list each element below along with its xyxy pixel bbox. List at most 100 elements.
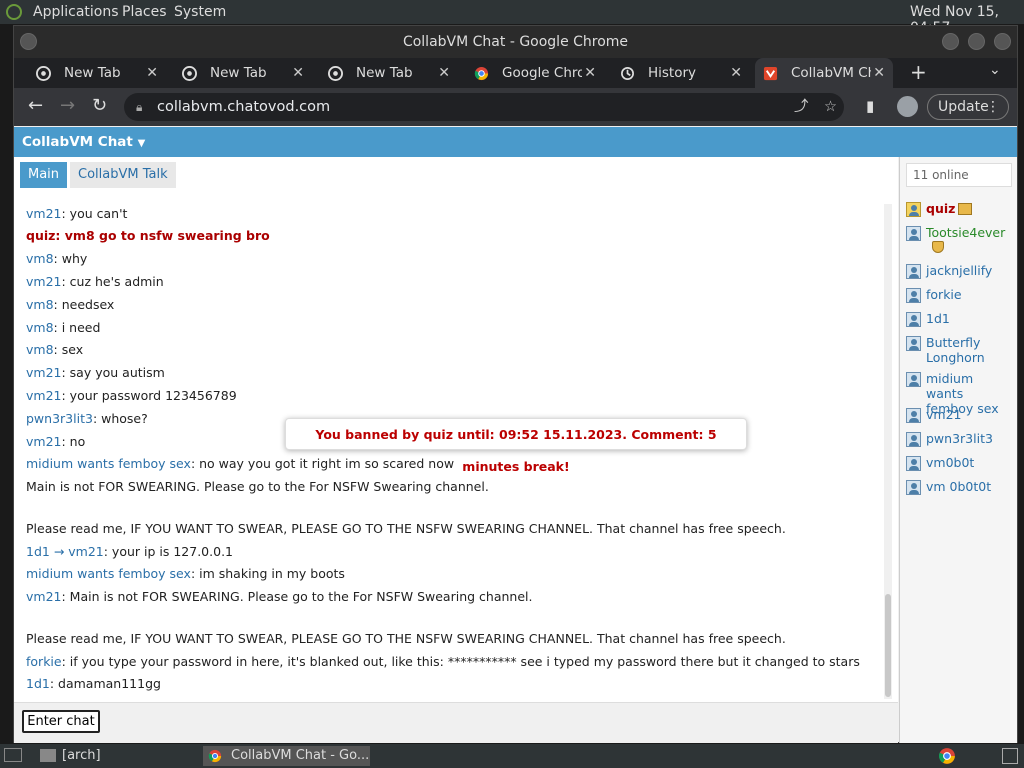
close-window-button[interactable] (994, 33, 1011, 50)
chat-title: CollabVM Chat (22, 134, 133, 150)
message-text: Please read me, IF YOU WANT TO SWEAR, PL… (26, 521, 786, 536)
show-desktop-icon[interactable] (4, 748, 22, 762)
tab-collabvm-chat[interactable]: CollabVM Cha ✕ (755, 58, 893, 88)
window-menu-button[interactable] (20, 33, 37, 50)
message-nick[interactable]: vm8 (26, 342, 54, 357)
message-nick[interactable]: vm8 (26, 297, 54, 312)
chat-message: 1d1 → vm21: your ip is 127.0.0.1 (26, 544, 233, 559)
user-icon (906, 408, 921, 423)
ban-notice: You banned by quiz until: 09:52 15.11.20… (285, 418, 747, 474)
lock-icon[interactable]: 🔒︎ (136, 93, 142, 121)
message-text: : sex (53, 342, 84, 357)
tab-label: CollabVM Cha (791, 65, 871, 81)
close-icon[interactable]: ✕ (730, 58, 742, 88)
window-titlebar[interactable]: CollabVM Chat - Google Chrome (14, 26, 1017, 58)
message-text: : needsex (53, 297, 115, 312)
enter-chat-button[interactable]: Enter chat (22, 710, 100, 733)
places-menu[interactable]: Places (122, 4, 167, 20)
user-name: vm21 (926, 407, 962, 422)
tab-history[interactable]: History ✕ (612, 58, 750, 88)
kebab-menu-icon[interactable]: ⋮ (986, 95, 1000, 119)
chat-message: vm21: you can't (26, 206, 127, 221)
chrome-tray-icon[interactable] (938, 747, 956, 765)
message-nick[interactable]: midium wants femboy sex (26, 566, 191, 581)
scrollbar[interactable] (884, 204, 892, 699)
message-nick[interactable]: 1d1 (26, 676, 50, 691)
message-nick[interactable]: vm21 (26, 434, 61, 449)
address-bar[interactable]: 🔒︎ collabvm.chatovod.com ⤴ ☆ (124, 93, 844, 121)
chrome-window: CollabVM Chat - Google Chrome New Tab ✕ … (13, 25, 1018, 743)
message-text: : no (61, 434, 86, 449)
tab-search-button[interactable]: ⌄ (989, 62, 1001, 78)
message-nick[interactable]: vm8 (26, 320, 54, 335)
profile-avatar[interactable] (897, 96, 918, 117)
chat-message: Please read me, IF YOU WANT TO SWEAR, PL… (26, 521, 786, 536)
message-nick[interactable]: vm8 (26, 251, 54, 266)
tab-label: CollabVM Talk (78, 167, 168, 182)
chat-message: vm21: your password 123456789 (26, 388, 237, 403)
message-list: vm21: you can't quiz: vm8 go to nsfw swea… (14, 201, 884, 701)
user-icon (906, 264, 921, 279)
online-count: 11 online (906, 163, 1012, 187)
message-nick[interactable]: forkie (26, 654, 62, 669)
taskbar-label: CollabVM Chat - Go... (231, 748, 370, 763)
close-icon[interactable]: ✕ (584, 58, 596, 88)
close-icon[interactable]: ✕ (292, 58, 304, 88)
tab-label: Main (28, 167, 60, 182)
shield-icon (932, 241, 944, 253)
message-nick[interactable]: quiz (26, 228, 55, 243)
chat-message: vm21: say you autism (26, 365, 165, 380)
close-icon[interactable]: ✕ (873, 58, 885, 88)
minimize-button[interactable] (942, 33, 959, 50)
tab-label: New Tab (210, 65, 267, 81)
message-nick[interactable]: vm21 (26, 274, 61, 289)
user-name: Tootsie4ever (926, 225, 1006, 240)
taskbar-item-arch[interactable]: [arch] (38, 746, 198, 766)
tab-new-tab-3[interactable]: New Tab ✕ (320, 58, 458, 88)
back-icon[interactable]: ← (28, 96, 43, 116)
maximize-button[interactable] (968, 33, 985, 50)
chat-message: vm8: needsex (26, 297, 114, 312)
message-nick[interactable]: midium wants femboy sex (26, 456, 191, 471)
reload-icon[interactable]: ↻ (92, 96, 107, 116)
message-nick[interactable]: vm21 (26, 206, 61, 221)
star-icon[interactable]: ☆ (824, 93, 837, 121)
dropdown-caret-icon[interactable]: ▼ (138, 138, 146, 149)
message-nick[interactable]: 1d1 → vm21 (26, 544, 104, 559)
new-tab-button[interactable]: + (910, 60, 927, 84)
user-name: jacknjellify (926, 263, 993, 278)
message-text: : i need (53, 320, 101, 335)
scrollbar-thumb[interactable] (885, 594, 891, 697)
taskbar-item-chrome[interactable]: CollabVM Chat - Go... (203, 746, 370, 766)
workspace-switcher[interactable] (1002, 748, 1018, 764)
applications-menu[interactable]: Applications (33, 4, 119, 20)
side-panel-icon[interactable]: ▮ (866, 96, 874, 116)
user-name: vm 0b0t0t (926, 479, 992, 494)
forward-icon[interactable]: → (60, 96, 75, 116)
update-button[interactable]: Update ⋮ (927, 94, 1009, 120)
tab-main[interactable]: Main (20, 162, 68, 188)
message-text: : if you type your password in here, it'… (61, 654, 860, 669)
share-icon[interactable]: ⤴ (794, 93, 809, 121)
taskbar-label: [arch] (62, 748, 101, 763)
chrome-icon (182, 66, 197, 81)
message-nick[interactable]: pwn3r3lit3 (26, 411, 93, 426)
tab-new-tab-1[interactable]: New Tab ✕ (28, 58, 166, 88)
close-icon[interactable]: ✕ (438, 58, 450, 88)
online-users-panel: 11 online quiz Tootsie4ever jacknjellify fo… (899, 157, 1017, 743)
tab-collabvm-talk[interactable]: CollabVM Talk (70, 162, 176, 188)
system-menu[interactable]: System (174, 4, 226, 20)
chat-message: quiz: vm8 go to nsfw swearing bro (26, 228, 270, 243)
tab-google-chrome[interactable]: Google Chrom ✕ (466, 58, 604, 88)
chat-header[interactable]: CollabVM Chat ▼ (14, 127, 1017, 157)
message-text: : you can't (61, 206, 128, 221)
message-text: Please read me, IF YOU WANT TO SWEAR, PL… (26, 631, 786, 646)
gnome-foot-icon[interactable] (6, 4, 22, 20)
message-nick[interactable]: vm21 (26, 365, 61, 380)
tab-label: New Tab (356, 65, 413, 81)
tab-new-tab-2[interactable]: New Tab ✕ (174, 58, 312, 88)
close-icon[interactable]: ✕ (146, 58, 158, 88)
user-name: vm0b0t (926, 455, 975, 470)
message-nick[interactable]: vm21 (26, 589, 61, 604)
message-nick[interactable]: vm21 (26, 388, 61, 403)
